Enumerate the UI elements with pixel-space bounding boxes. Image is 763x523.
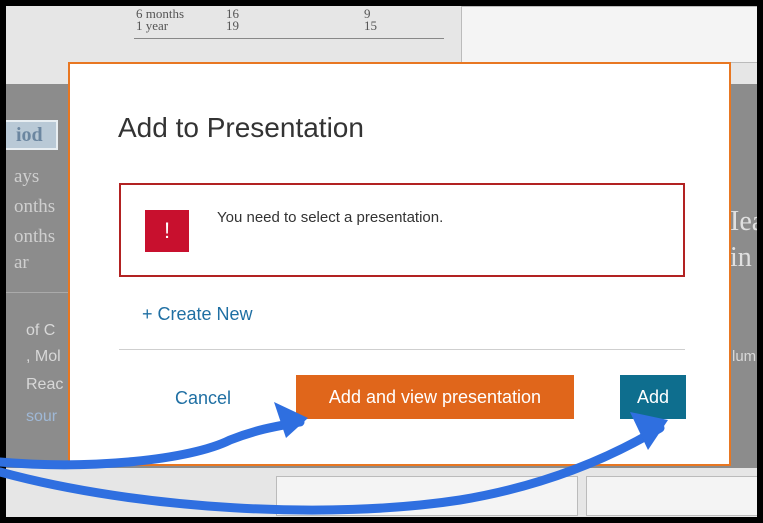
arrowhead-icon xyxy=(274,402,308,438)
arrow-to-add-and-view xyxy=(0,417,305,470)
annotation-arrows xyxy=(0,402,668,515)
arrow-to-add xyxy=(0,423,665,515)
